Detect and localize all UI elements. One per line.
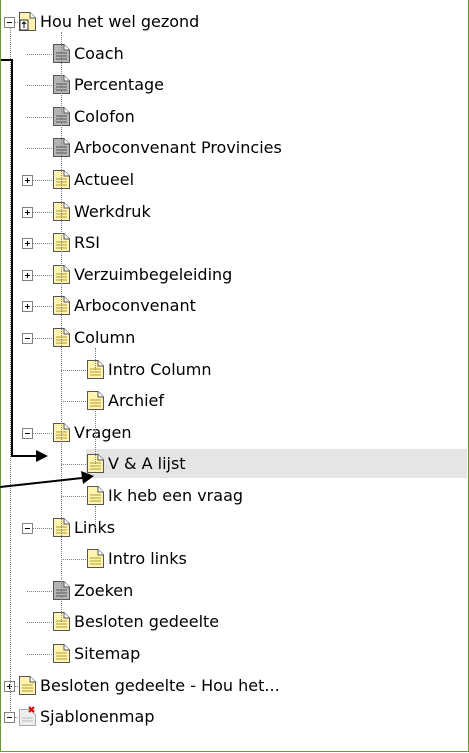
tree-connector: [61, 496, 86, 497]
page-icon[interactable]: [52, 643, 71, 664]
tree-item-colofon[interactable]: Colofon: [74, 107, 135, 127]
expand-toggle-werkdruk[interactable]: [22, 206, 33, 218]
tree-item-besloten-gedeelte-hou[interactable]: Besloten gedeelte - Hou het...: [40, 676, 280, 696]
tree-item-sjablonenmap[interactable]: Sjablonenmap: [40, 707, 154, 727]
tree-item-archief[interactable]: Archief: [108, 391, 164, 411]
tree-guide-root: [10, 28, 11, 712]
collapse-toggle-links[interactable]: [22, 522, 33, 534]
expand-toggle-verzuimbegeleiding[interactable]: [22, 269, 33, 281]
tree-item-intro-links[interactable]: Intro links: [108, 549, 187, 569]
tree-connector: [61, 464, 86, 466]
tree-guide-level1: [61, 32, 62, 623]
tree-connector: [61, 559, 86, 561]
tree-item-sitemap[interactable]: Sitemap: [74, 644, 140, 664]
tree-item-arboconvenant[interactable]: Arboconvenant: [74, 296, 196, 316]
page-icon[interactable]: [18, 675, 37, 696]
template-folder-icon[interactable]: [18, 706, 37, 727]
tree-item-intro-column[interactable]: Intro Column: [108, 360, 212, 380]
root-page-icon[interactable]: [18, 11, 37, 32]
tree-item-percentage[interactable]: Percentage: [74, 75, 164, 95]
tree-connector: [27, 85, 52, 87]
collapse-toggle-column[interactable]: [22, 333, 33, 344]
tree-item-zoeken[interactable]: Zoeken: [74, 581, 133, 601]
tree-item-coach[interactable]: Coach: [74, 44, 124, 64]
collapse-toggle-sjablonenmap[interactable]: [4, 712, 15, 724]
tree-connector: [27, 148, 52, 150]
tree-connector: [27, 590, 52, 592]
tree-item-actueel[interactable]: Actueel: [74, 170, 134, 190]
tree-guide-links: [95, 506, 96, 528]
collapse-toggle-root[interactable]: [4, 17, 15, 28]
tree-connector: [27, 654, 52, 655]
page-icon[interactable]: [86, 548, 105, 569]
tree-item-arboconvenant-provincies[interactable]: Arboconvenant Provincies: [74, 138, 282, 158]
tree-item-ik-heb-een-vraag[interactable]: Ik heb een vraag: [108, 486, 243, 506]
page-icon[interactable]: [86, 390, 105, 411]
tree-guide-vragen: [95, 411, 96, 465]
tree-item-column[interactable]: Column: [74, 328, 135, 348]
tree-guide-column: [95, 348, 96, 370]
tree-connector: [61, 369, 86, 371]
tree-connector: [27, 116, 52, 118]
collapse-toggle-vragen[interactable]: [22, 427, 33, 439]
expand-toggle-rsi[interactable]: [22, 238, 33, 250]
page-icon[interactable]: [86, 485, 105, 506]
tree-item-besloten-gedeelte[interactable]: Besloten gedeelte: [74, 612, 219, 632]
tree-connector: [27, 622, 52, 624]
tree-item-werkdruk[interactable]: Werkdruk: [74, 202, 151, 222]
tree-connector: [27, 53, 52, 55]
tree-item-root[interactable]: Hou het wel gezond: [40, 12, 199, 32]
tree-connector: [61, 401, 86, 403]
tree-item-verzuimbegeleiding[interactable]: Verzuimbegeleiding: [74, 265, 232, 285]
tree-item-vragen[interactable]: Vragen: [74, 423, 131, 443]
tree-item-v-a-lijst[interactable]: V & A lijst: [108, 454, 186, 474]
expand-toggle-arboconvenant[interactable]: [22, 301, 33, 313]
expand-toggle-actueel[interactable]: [22, 175, 33, 186]
tree-item-rsi[interactable]: RSI: [74, 233, 100, 253]
